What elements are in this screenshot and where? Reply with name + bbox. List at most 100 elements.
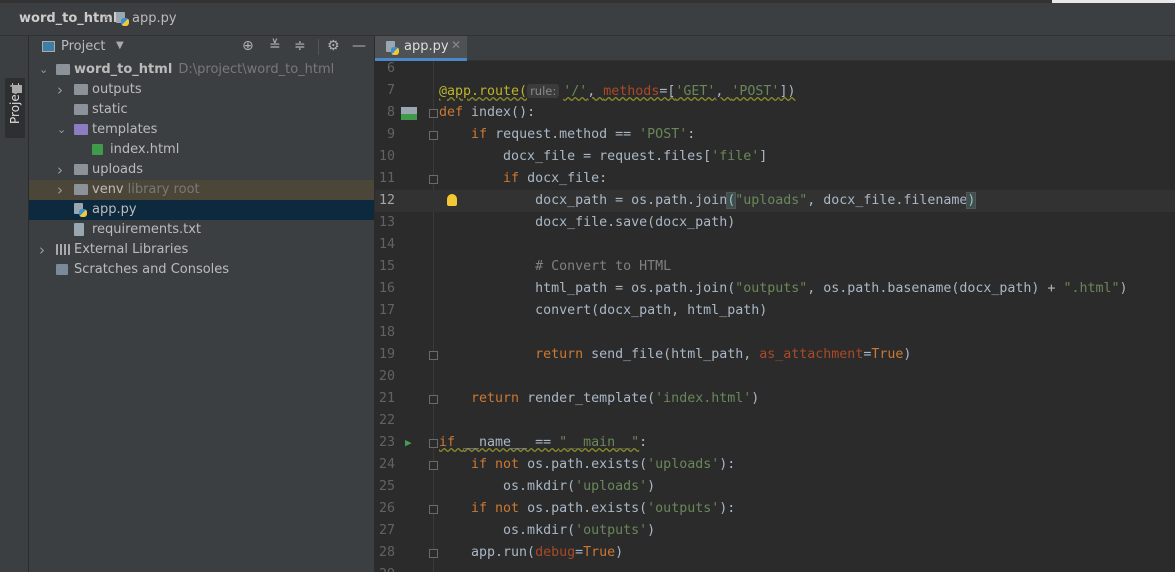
code-line[interactable]: 23 if __name__ == "__main__": ▶ xyxy=(375,432,1175,454)
fold-icon[interactable] xyxy=(429,175,438,184)
code-line[interactable]: 24 if not os.path.exists('uploads'): xyxy=(375,454,1175,476)
close-icon[interactable]: ✕ xyxy=(451,38,461,52)
code-line[interactable]: 9 if request.method == 'POST': xyxy=(375,124,1175,146)
tree-item-label: requirements.txt xyxy=(92,222,202,237)
code-line[interactable]: 26 if not os.path.exists('outputs'): xyxy=(375,498,1175,520)
code-line[interactable]: 12 docx_path = os.path.join("uploads", d… xyxy=(375,190,1175,212)
tree-item-word-to-html[interactable]: ⌄ word_to_html D:\project\word_to_html xyxy=(29,60,374,80)
tree-item-label: External Libraries xyxy=(74,242,189,257)
code-text: convert(docx_path, html_path) xyxy=(439,300,767,322)
expand-all-icon[interactable]: ≚ xyxy=(269,38,281,54)
fold-icon[interactable] xyxy=(429,549,438,558)
breadcrumb-file[interactable]: app.py xyxy=(132,11,177,26)
tree-item-static[interactable]: static xyxy=(29,100,374,120)
fold-icon[interactable] xyxy=(429,505,438,514)
fold-icon[interactable] xyxy=(429,351,438,360)
line-number: 20 xyxy=(378,369,395,384)
tree-item-outputs[interactable]: › outputs xyxy=(29,80,374,100)
tab-label: app.py xyxy=(404,39,449,54)
code-line[interactable]: 20 xyxy=(375,366,1175,388)
code-area[interactable]: 6 7 @app.route(rule: '/', methods=['GET', '… xyxy=(375,61,1175,572)
tree-item-scratches-and-consoles[interactable]: Scratches and Consoles xyxy=(29,260,374,280)
code-token-id: ) xyxy=(1119,281,1128,296)
chevron-right-icon[interactable]: › xyxy=(57,180,63,200)
code-token-id: docx_file.save(docx_path) xyxy=(439,215,736,230)
window-strip xyxy=(1052,0,1175,3)
code-token-str: 'file' xyxy=(711,149,760,164)
tree-item-app-py[interactable]: app.py xyxy=(29,200,374,220)
locate-icon[interactable]: ⊕ xyxy=(242,38,254,54)
libraries-icon xyxy=(56,244,70,255)
breadcrumb-project[interactable]: word_to_html xyxy=(19,11,117,26)
code-text: if __name__ == "__main__": xyxy=(439,432,647,454)
project-view-selector[interactable]: Project xyxy=(61,39,105,54)
tree-item-uploads[interactable]: › uploads xyxy=(29,160,374,180)
code-line[interactable]: 7 @app.route(rule: '/', methods=['GET', 'P… xyxy=(375,80,1175,102)
tab-app-py[interactable]: app.py ✕ xyxy=(375,36,467,61)
code-line[interactable]: 8 def index(): xyxy=(375,102,1175,124)
fold-icon[interactable] xyxy=(429,461,438,470)
chevron-right-icon[interactable]: › xyxy=(39,240,45,260)
line-number: 18 xyxy=(378,325,395,340)
folder-icon xyxy=(74,84,88,95)
code-text: docx_file = request.files['file'] xyxy=(439,146,767,168)
gear-icon[interactable]: ⚙ xyxy=(327,38,340,54)
code-token-id: ) xyxy=(615,545,624,560)
chevron-down-icon[interactable]: ⌄ xyxy=(39,60,48,80)
code-line[interactable]: 28 app.run(debug=True) xyxy=(375,542,1175,564)
code-token-id: ) xyxy=(903,347,912,362)
code-line[interactable]: 22 xyxy=(375,410,1175,432)
code-token-str: 'index.html' xyxy=(655,391,752,406)
code-line[interactable]: 16 html_path = os.path.join("outputs", o… xyxy=(375,278,1175,300)
tree-item-external-libraries[interactable]: › External Libraries xyxy=(29,240,374,260)
code-line[interactable]: 6 xyxy=(375,61,1175,80)
tree-item-label: templates xyxy=(92,122,158,137)
tree-item-templates[interactable]: ⌄ templates xyxy=(29,120,374,140)
tree-item-venv[interactable]: › venv library root xyxy=(29,180,374,200)
project-view-icon xyxy=(42,41,55,52)
code-line[interactable]: 18 xyxy=(375,322,1175,344)
code-line[interactable]: 11 if docx_file: xyxy=(375,168,1175,190)
tree-item-hint: library root xyxy=(127,182,200,197)
code-line[interactable]: 10 docx_file = request.files['file'] xyxy=(375,146,1175,168)
fold-icon[interactable] xyxy=(429,131,438,140)
code-token-id: request.method == xyxy=(495,127,640,142)
run-icon[interactable]: ▶ xyxy=(405,432,412,454)
code-line[interactable]: 25 os.mkdir('uploads') xyxy=(375,476,1175,498)
code-line[interactable]: 14 xyxy=(375,234,1175,256)
code-text: os.mkdir('outputs') xyxy=(439,520,655,542)
code-token-id: app.run( xyxy=(439,545,536,560)
code-line[interactable]: 29 xyxy=(375,564,1175,572)
code-line[interactable]: 21 return render_template('index.html') xyxy=(375,388,1175,410)
fold-icon[interactable] xyxy=(429,109,438,118)
code-token-id: render_template( xyxy=(527,391,656,406)
chevron-right-icon[interactable]: › xyxy=(57,80,63,100)
code-token-str: ".html" xyxy=(1063,281,1120,296)
lightbulb-icon[interactable] xyxy=(447,194,457,206)
code-token-id: =[ xyxy=(659,84,676,99)
folder-icon xyxy=(74,184,88,195)
html-template-icon[interactable] xyxy=(401,107,417,120)
code-token-id: , docx_file.filename xyxy=(807,193,968,208)
folder-icon xyxy=(74,164,88,175)
minimize-icon[interactable]: — xyxy=(352,38,366,54)
code-line[interactable]: 15 # Convert to HTML xyxy=(375,256,1175,278)
line-number: 9 xyxy=(386,127,395,142)
code-token-id: ] xyxy=(759,149,768,164)
code-line[interactable]: 19 return send_file(html_path, as_attach… xyxy=(375,344,1175,366)
chevron-right-icon[interactable]: › xyxy=(57,160,63,180)
tree-item-index-html[interactable]: index.html xyxy=(29,140,374,160)
fold-icon[interactable] xyxy=(429,439,438,448)
fold-icon[interactable] xyxy=(429,395,438,404)
line-number: 15 xyxy=(378,259,395,274)
chevron-down-icon[interactable]: ⌄ xyxy=(57,120,66,140)
code-line[interactable]: 17 convert(docx_path, html_path) xyxy=(375,300,1175,322)
tree-item-requirements-txt[interactable]: requirements.txt xyxy=(29,220,374,240)
code-line[interactable]: 27 os.mkdir('outputs') xyxy=(375,520,1175,542)
code-token-id: os.path.exists( xyxy=(527,457,648,472)
code-token-kw: if xyxy=(471,127,496,142)
code-line[interactable]: 13 docx_file.save(docx_path) xyxy=(375,212,1175,234)
collapse-all-icon[interactable]: ≑ xyxy=(294,38,306,54)
chevron-down-icon[interactable]: ▼ xyxy=(116,40,124,51)
code-token-str: 'POST' xyxy=(639,127,688,142)
